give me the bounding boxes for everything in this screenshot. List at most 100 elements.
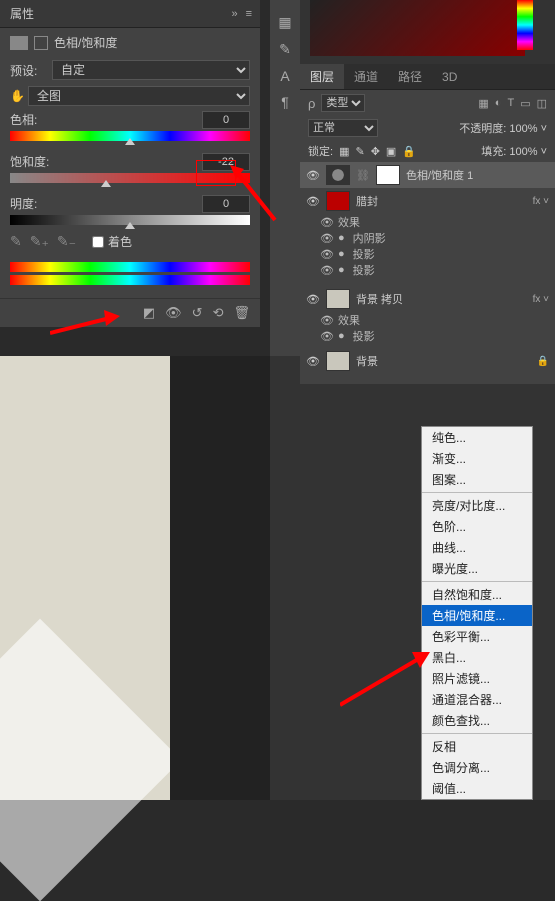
effect-drop-shadow[interactable]: 投影 <box>353 328 375 344</box>
properties-header: 属性 » ≡ <box>0 0 260 28</box>
canvas[interactable] <box>0 356 170 800</box>
swatches-icon[interactable]: ▦ <box>278 14 291 31</box>
brush-icon[interactable]: ✎ <box>279 41 291 58</box>
layer-bg[interactable]: 👁 背景 🔒 <box>300 348 555 374</box>
tab-3d[interactable]: 3D <box>432 64 467 89</box>
lightness-input[interactable] <box>202 195 250 213</box>
menu-pattern[interactable]: 图案... <box>422 469 532 490</box>
trash-icon[interactable]: 🗑 <box>233 305 250 321</box>
menu-exposure[interactable]: 曝光度... <box>422 558 532 579</box>
menu-levels[interactable]: 色阶... <box>422 516 532 537</box>
filter-smart-icon[interactable]: ◫ <box>537 97 547 110</box>
lightness-slider[interactable] <box>10 215 250 225</box>
clip-icon[interactable]: ◩ <box>143 305 155 321</box>
menu-color-lookup[interactable]: 颜色查找... <box>422 710 532 731</box>
colorize-label: 着色 <box>108 233 132 250</box>
visibility-toggle[interactable]: 👁 <box>320 248 334 261</box>
tab-paths[interactable]: 路径 <box>388 64 432 89</box>
eyedropper-icon[interactable]: ✎ <box>10 233 22 250</box>
menu-color-balance[interactable]: 色彩平衡... <box>422 626 532 647</box>
adjustment-icon <box>10 36 28 50</box>
menu-photo-filter[interactable]: 照片滤镜... <box>422 668 532 689</box>
visibility-icon[interactable]: 👁 <box>165 305 182 321</box>
layer-name[interactable]: 腊封 <box>356 193 378 209</box>
visibility-toggle[interactable]: 👁 <box>306 355 320 368</box>
paragraph-icon[interactable]: ¶ <box>281 94 289 110</box>
tab-layers[interactable]: 图层 <box>300 64 344 89</box>
eyedropper-add-icon[interactable]: ✎₊ <box>30 233 49 250</box>
lock-icon: 🔒 <box>537 356 549 367</box>
text-icon[interactable]: A <box>280 68 289 84</box>
layer-name[interactable]: 背景 <box>356 353 378 369</box>
filter-type-select[interactable]: 类型 <box>321 94 365 112</box>
filter-pixel-icon[interactable]: ▦ <box>478 97 488 110</box>
layer-thumb <box>326 289 350 309</box>
hue-strip[interactable] <box>517 0 533 50</box>
effect-drop-shadow[interactable]: 投影 <box>353 246 375 262</box>
blend-mode-select[interactable]: 正常 <box>308 119 378 137</box>
lock-pixels-icon[interactable]: ✎ <box>355 145 364 158</box>
right-tool-strip: ▦ ✎ A ¶ <box>270 0 300 356</box>
lock-transparency-icon[interactable]: ▦ <box>339 145 349 158</box>
lock-position-icon[interactable]: ✥ <box>371 145 380 158</box>
filter-adjust-icon[interactable]: ◐ <box>495 97 502 110</box>
menu-icon[interactable]: ≡ <box>246 8 252 20</box>
opacity-value[interactable]: 100% <box>509 123 537 135</box>
menu-solid-color[interactable]: 纯色... <box>422 427 532 448</box>
range-select[interactable]: 全图 <box>28 86 250 106</box>
colorize-checkbox[interactable] <box>92 236 104 248</box>
menu-curves[interactable]: 曲线... <box>422 537 532 558</box>
visibility-toggle[interactable]: 👁 <box>320 330 334 343</box>
collapse-icon[interactable]: » <box>231 8 237 20</box>
visibility-toggle[interactable]: 👁 <box>320 264 334 277</box>
properties-tab[interactable]: 属性 <box>0 0 44 28</box>
filter-icon[interactable]: ρ <box>308 96 315 111</box>
lock-all-icon[interactable]: 🔒 <box>402 145 416 158</box>
menu-channel-mixer[interactable]: 通道混合器... <box>422 689 532 710</box>
color-picker[interactable] <box>310 0 525 56</box>
visibility-toggle[interactable]: 👁 <box>320 314 334 327</box>
effects-label[interactable]: 效果 <box>338 214 360 230</box>
fx-badge[interactable]: fx ˅ <box>533 196 549 207</box>
visibility-toggle[interactable]: 👁 <box>320 232 334 245</box>
fx-badge[interactable]: fx ˅ <box>533 294 549 305</box>
eyedropper-sub-icon[interactable]: ✎₋ <box>57 233 76 250</box>
preset-select[interactable]: 自定 <box>52 60 250 80</box>
preset-label: 预设: <box>10 62 52 79</box>
effect-drop-shadow[interactable]: 投影 <box>353 262 375 278</box>
filter-shape-icon[interactable]: ▭ <box>520 97 530 110</box>
lock-artboard-icon[interactable]: ▣ <box>386 145 396 158</box>
layer-seal[interactable]: 👁 腊封 fx ˅ <box>300 188 555 214</box>
tab-channels[interactable]: 通道 <box>344 64 388 89</box>
menu-threshold[interactable]: 阈值... <box>422 778 532 799</box>
hand-icon[interactable]: ✋ <box>10 89 28 103</box>
menu-brightness-contrast[interactable]: 亮度/对比度... <box>422 495 532 516</box>
menu-gradient[interactable]: 渐变... <box>422 448 532 469</box>
reset-icon[interactable]: ↺ <box>192 305 203 321</box>
lock-label: 锁定: <box>308 143 333 159</box>
fill-value[interactable]: 100% <box>509 146 537 158</box>
layer-bg-copy[interactable]: 👁 背景 拷贝 fx ˅ <box>300 286 555 312</box>
menu-posterize[interactable]: 色调分离... <box>422 757 532 778</box>
filter-type-icon[interactable]: T <box>507 97 514 110</box>
layer-name[interactable]: 背景 拷贝 <box>356 291 403 307</box>
layers-list: 👁 ⛓ 色相/饱和度 1 👁 腊封 fx ˅ 👁效果 👁●内阴影 👁●投影 👁●… <box>300 162 555 384</box>
menu-black-white[interactable]: 黑白... <box>422 647 532 668</box>
layer-hsl[interactable]: 👁 ⛓ 色相/饱和度 1 <box>300 162 555 188</box>
visibility-toggle[interactable]: 👁 <box>306 195 320 208</box>
visibility-toggle[interactable]: 👁 <box>306 169 320 182</box>
menu-vibrance[interactable]: 自然饱和度... <box>422 584 532 605</box>
hue-slider[interactable] <box>10 131 250 141</box>
menu-hue-saturation[interactable]: 色相/饱和度... <box>422 605 532 626</box>
layer-thumb <box>326 191 350 211</box>
opacity-label: 不透明度: <box>459 123 506 135</box>
effects-label[interactable]: 效果 <box>338 312 360 328</box>
hue-input[interactable] <box>202 111 250 129</box>
layer-name[interactable]: 色相/饱和度 1 <box>406 167 473 183</box>
visibility-toggle[interactable]: 👁 <box>306 293 320 306</box>
previous-icon[interactable]: ⟲ <box>213 305 224 321</box>
effect-inner-shadow[interactable]: 内阴影 <box>353 230 386 246</box>
adjustment-title: 色相/饱和度 <box>54 34 117 51</box>
visibility-toggle[interactable]: 👁 <box>320 216 334 229</box>
menu-invert[interactable]: 反相 <box>422 736 532 757</box>
